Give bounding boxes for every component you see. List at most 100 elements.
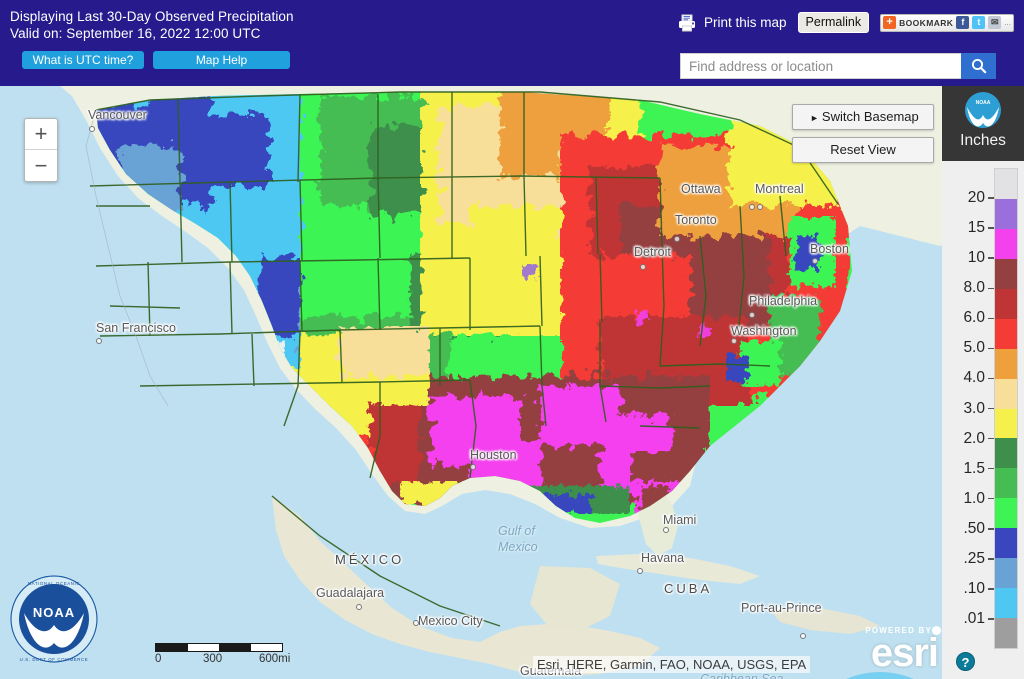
search-icon [971,58,986,74]
city-marker-dot [413,620,419,626]
help-icon[interactable]: ? [956,652,975,671]
map-button-group: ► Switch Basemap Reset View [792,104,934,163]
bookmark-label: BOOKMARK [899,17,954,28]
legend-tick-dash [988,437,994,440]
legend-tick-value: .25 [963,549,985,567]
legend-swatch [995,588,1017,619]
search-button[interactable] [961,53,996,79]
legend-swatch [995,468,1017,499]
scale-bar-labels: 0 300 600mi [155,653,305,667]
switch-basemap-button[interactable]: ► Switch Basemap [792,104,934,130]
city-marker-dot [800,633,806,639]
city-marker-dot [812,258,818,264]
legend-swatch [995,228,1017,259]
city-marker-dot [637,568,643,574]
city-marker-dot [96,338,102,344]
legend-tick-dash [988,257,994,259]
legend-header: NOAA Inches [942,86,1024,161]
svg-text:NOAA: NOAA [976,100,991,106]
scale-label-zero: 0 [155,653,162,665]
permalink-button[interactable]: Permalink [797,12,870,33]
legend-tick-dash [988,377,994,380]
legend-tick-value: .10 [963,579,985,597]
legend-swatch [995,348,1017,379]
bookmark-share-widget[interactable]: + BOOKMARK f t ✉ ... [880,13,1014,32]
esri-logo: esri [870,631,939,675]
header-title-block: Displaying Last 30-Day Observed Precipit… [10,8,294,42]
legend-tick: 1.5 [946,460,994,478]
what-is-utc-time-button[interactable]: What is UTC time? [22,51,144,69]
legend-tick: 3.0 [946,400,994,418]
zoom-out-button[interactable]: − [25,150,57,181]
legend-tick-value: 15 [967,219,985,237]
legend-tick-value: .50 [963,519,985,537]
print-this-map-button[interactable]: Print this map [678,14,787,32]
twitter-icon[interactable]: t [972,16,986,29]
legend-tick: 20 [946,189,994,207]
printer-icon [678,14,698,32]
legend-tick: .50 [946,520,994,538]
legend-swatch [995,618,1017,648]
reset-view-button[interactable]: Reset View [792,137,934,163]
legend-tick-dash [988,317,994,320]
legend-swatch [995,198,1017,229]
legend-swatch [995,258,1017,289]
legend-tick-value: 4.0 [963,369,985,387]
legend-swatch [995,378,1017,409]
legend-swatch [995,288,1017,319]
legend-tick-dash [988,197,994,199]
legend-tick: 8.0 [946,279,994,297]
legend-body: 20 15 10 8.0 6.0 5.0 4.0 3.0 2.0 1.5 1.0 .50 .25 .10.… [942,161,1024,679]
esri-dot-icon [932,626,941,635]
switch-basemap-label: Switch Basemap [821,109,919,124]
bookmark-plus-icon: + [883,16,897,29]
legend-swatch [995,169,1017,199]
legend-tick: 2.0 [946,430,994,448]
header-tools: Print this map Permalink + BOOKMARK f t … [678,12,1014,33]
map-help-button[interactable]: Map Help [153,51,290,69]
search-bar [680,53,996,79]
legend-swatch [995,498,1017,529]
city-marker-dot [663,527,669,533]
legend-units-label: Inches [960,132,1006,149]
svg-text:U.S. DEPT OF COMMERCE: U.S. DEPT OF COMMERCE [20,657,89,662]
map-viewport[interactable]: Vancouver San Francisco Ottawa Montreal Toro… [0,86,1024,679]
legend-tick-dash [988,407,994,410]
scale-label-max: 600mi [259,653,291,665]
legend-tick-dash [988,497,994,500]
map-attribution: Esri, HERE, Garmin, FAO, NOAA, USGS, EPA [533,656,811,673]
esri-powered-by-label: POWERED BY [865,626,932,635]
header-button-row: What is UTC time? Map Help [22,51,290,69]
legend-tick-labels: 20 15 10 8.0 6.0 5.0 4.0 3.0 2.0 1.5 1.0 .50 .25 .10.… [946,168,994,649]
legend-tick: 5.0 [946,339,994,357]
legend-tick: 15 [946,219,994,237]
print-this-map-label: Print this map [704,15,787,30]
city-marker-dot [356,604,362,610]
legend-tick-dash [988,287,994,289]
legend-tick-value: 8.0 [963,279,985,297]
email-icon[interactable]: ✉ [988,16,1002,29]
legend-tick-value: 5.0 [963,339,985,357]
legend-tick-dash [988,588,994,590]
legend-tick-value: 3.0 [963,399,985,417]
legend-tick-dash [988,227,994,229]
zoom-control: + − [24,118,58,182]
legend-tick-value: 2.0 [963,429,985,447]
legend-swatch [995,408,1017,439]
zoom-in-button[interactable]: + [25,119,57,150]
more-share-options-icon[interactable]: ... [1004,18,1011,27]
legend-tick-value: .01 [963,609,985,627]
legend-tick: 1.0 [946,490,994,508]
facebook-icon[interactable]: f [956,16,970,29]
legend-color-bar [994,168,1018,649]
legend-swatch [995,558,1017,589]
page-title: Displaying Last 30-Day Observed Precipit… [10,9,294,24]
search-input[interactable] [680,53,961,79]
legend-tick-dash [988,558,994,560]
map-scale-bar: 0 300 600mi [155,643,305,667]
legend-tick: 4.0 [946,369,994,387]
city-marker-dot [470,464,476,470]
legend-tick-value: 6.0 [963,309,985,327]
legend-panel: NOAA Inches 20 15 10 8.0 6.0 5.0 4.0 3.0 2.0 1.5 1… [942,86,1024,679]
scale-label-mid: 300 [203,653,223,665]
